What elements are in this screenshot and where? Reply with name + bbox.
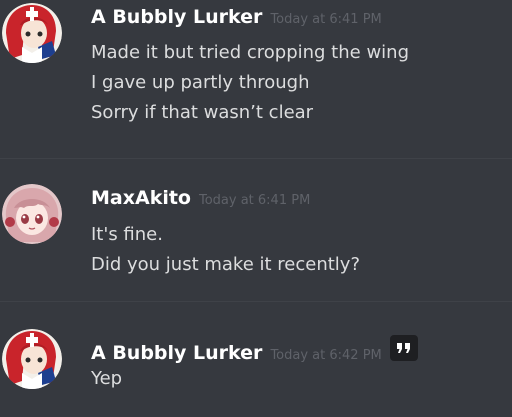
chat-messages: A Bubbly Lurker Today at 6:41 PM Made it… <box>0 0 512 417</box>
avatar[interactable] <box>2 3 62 63</box>
message-text: I gave up partly through <box>91 72 310 93</box>
message-text: Sorry if that wasn’t clear <box>91 102 314 123</box>
message-header: A Bubbly Lurker Today at 6:41 PM <box>91 4 382 30</box>
message-group: A Bubbly Lurker Today at 6:42 PM Yep <box>0 306 512 417</box>
avatar[interactable] <box>2 329 62 389</box>
message-group: A Bubbly Lurker Today at 6:41 PM Made it… <box>0 0 512 154</box>
message-content: It's fine. Did you just make it recently… <box>91 220 504 280</box>
message-text: Did you just make it recently? <box>91 254 361 275</box>
message-divider <box>0 158 512 159</box>
message-text: Yep <box>91 368 123 389</box>
anime-girl-avatar-icon <box>2 329 62 389</box>
username[interactable]: A Bubbly Lurker <box>91 4 262 30</box>
timestamp: Today at 6:41 PM <box>198 193 311 208</box>
message-content: Yep <box>91 364 504 394</box>
anime-girl-avatar-icon <box>2 3 62 63</box>
username[interactable]: A Bubbly Lurker <box>91 340 262 366</box>
message-text: Made it but tried cropping the wing <box>91 42 409 63</box>
quote-button[interactable] <box>389 335 418 361</box>
pink-hair-anime-avatar-icon <box>2 184 62 244</box>
timestamp: Today at 6:41 PM <box>270 12 382 27</box>
message-header: MaxAkito Today at 6:41 PM <box>91 185 310 211</box>
message-text: It's fine. <box>91 224 163 245</box>
avatar[interactable] <box>2 184 62 244</box>
message-group: MaxAkito Today at 6:41 PM It's fine. Did… <box>0 165 512 295</box>
message-content: Made it but tried cropping the wing I ga… <box>91 38 504 128</box>
quote-icon <box>396 343 410 353</box>
message-header: A Bubbly Lurker Today at 6:42 PM <box>91 333 418 364</box>
message-divider <box>0 301 512 302</box>
username[interactable]: MaxAkito <box>91 185 191 211</box>
